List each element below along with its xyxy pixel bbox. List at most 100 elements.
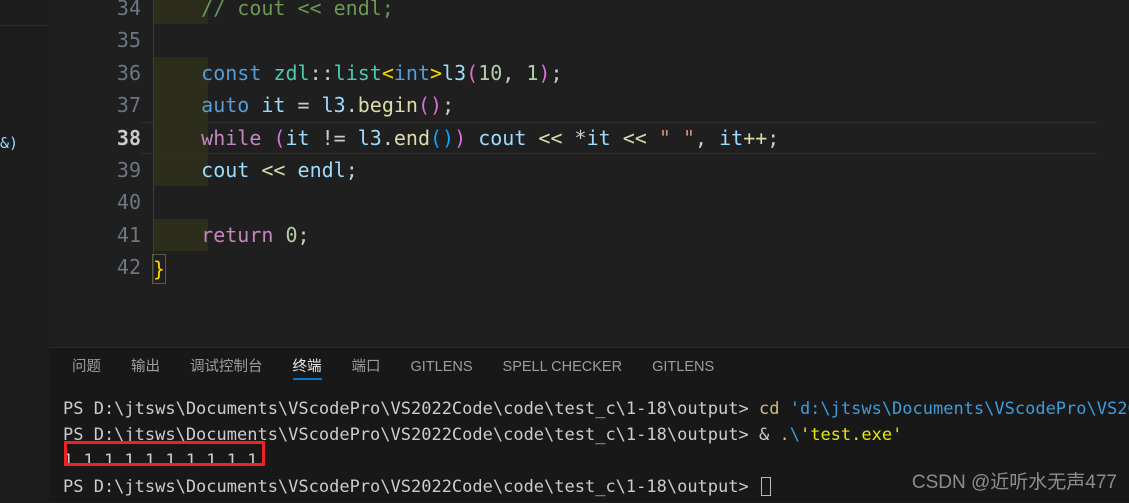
csdn-watermark: CSDN @近听水无声477 [911, 472, 1117, 493]
code-token: ) [538, 60, 551, 85]
code-token: ) [454, 125, 467, 150]
code-editor[interactable]: 34 // cout << endl;3536 const zdl::list<… [49, 0, 1129, 347]
line-number: 42 [116, 255, 141, 280]
code-token: * [562, 125, 587, 150]
panel-tab-7[interactable]: GITLENS [652, 348, 714, 386]
panel-tab-label: GITLENS [410, 359, 473, 375]
line-number: 36 [116, 60, 141, 85]
code-token: ( [466, 60, 479, 85]
code-token: const [201, 60, 262, 85]
code-line-40[interactable]: 40 [49, 186, 1129, 219]
line-number: 37 [116, 93, 141, 118]
panel-tab-1[interactable]: 输出 [131, 348, 160, 386]
panel-tab-label: 输出 [131, 359, 160, 375]
code-token: it [586, 125, 611, 150]
panel-tab-label: 调试控制台 [190, 359, 263, 375]
code-token: () [417, 93, 443, 118]
editor-scroll-content: 34 // cout << endl;3536 const zdl::list<… [49, 0, 1129, 284]
code-token: " " [658, 125, 696, 150]
terminal-segment: PS D:\jtsws\Documents\VScodePro\VS2022Co… [63, 477, 759, 497]
code-token: :: [309, 60, 334, 85]
terminal-segment: 'd:\jtsws\Documents\VScodePro\VS2022Code… [789, 399, 1129, 419]
line-number: 35 [116, 28, 141, 53]
code-token: < [381, 60, 394, 85]
code-line-41[interactable]: 41 return 0; [49, 218, 1129, 252]
panel-tab-label: 问题 [72, 359, 101, 375]
terminal-line: PS D:\jtsws\Documents\VScodePro\VS2022Co… [63, 396, 1129, 422]
line-number: 34 [116, 0, 141, 20]
editor-minimap[interactable] [1097, 0, 1129, 347]
code-token: ; [550, 60, 563, 85]
sidebar-divider [0, 25, 49, 26]
code-token: ; [767, 125, 780, 150]
code-token: ; [345, 157, 358, 182]
code-token: return [201, 222, 274, 247]
line-number: 39 [116, 157, 141, 182]
code-line-42[interactable]: 42} [49, 251, 1129, 284]
code-line-37[interactable]: 37 auto it = l3.begin(); [49, 89, 1129, 122]
code-token: ++ [743, 125, 768, 150]
code-token: . [345, 93, 358, 118]
code-token: endl [297, 157, 346, 182]
panel-tab-label: 终端 [292, 359, 322, 375]
panel-tab-label: GITLENS [652, 359, 715, 375]
code-token: != [309, 125, 358, 150]
terminal-line: PS D:\jtsws\Documents\VScodePro\VS2022Co… [63, 422, 1129, 448]
code-token: it [261, 93, 286, 118]
code-token: 10 [478, 60, 503, 85]
code-text: // cout << endl; [153, 0, 394, 24]
code-token: it [719, 125, 744, 150]
line-number: 41 [116, 222, 141, 247]
indent-guide [153, 24, 154, 57]
terminal-cursor[interactable] [760, 477, 771, 496]
code-token: 1 [526, 60, 539, 85]
panel-tab-5[interactable]: GITLENS [411, 348, 473, 386]
terminal-segment: cd [758, 399, 790, 419]
code-text: auto it = l3.begin(); [153, 89, 454, 121]
code-text: const zdl::list<int>l3(10, 1); [153, 57, 563, 89]
terminal-segment: & [758, 425, 780, 445]
code-token: cout [478, 125, 527, 150]
code-token: int [393, 60, 430, 85]
code-line-35[interactable]: 35 [49, 24, 1129, 57]
active-tab-underline [292, 378, 322, 380]
panel-tab-4[interactable]: 端口 [352, 348, 381, 386]
panel-tab-0[interactable]: 问题 [72, 348, 101, 386]
code-token: ; [297, 222, 310, 247]
code-token: << [538, 125, 563, 150]
panel-tab-3[interactable]: 终端 [292, 348, 322, 386]
code-token: l3 [357, 125, 382, 150]
code-token: () [430, 125, 455, 150]
code-token: l3 [321, 93, 346, 118]
panel-tab-label: SPELL CHECKER [502, 359, 623, 375]
code-text: cout << endl; [153, 154, 358, 186]
code-token: > [430, 60, 443, 85]
code-token: << [622, 125, 647, 150]
code-line-39[interactable]: 39 cout << endl; [49, 153, 1129, 187]
code-token: ; [442, 93, 455, 118]
code-line-38[interactable]: 38 while (it != l3.end()) cout << *it <<… [49, 121, 1129, 155]
code-token: while [201, 125, 262, 150]
code-token: ( [273, 125, 286, 150]
panel-tab-6[interactable]: SPELL CHECKER [503, 348, 623, 386]
code-token: , [502, 60, 527, 85]
code-token: auto [201, 93, 250, 118]
indent-guide [153, 186, 154, 219]
code-text: } [152, 251, 167, 284]
code-line-34[interactable]: 34 // cout << endl; [49, 0, 1129, 25]
terminal-segment: . [779, 425, 790, 445]
code-line-36[interactable]: 36 const zdl::list<int>l3(10, 1); [49, 56, 1129, 90]
panel-tab-2[interactable]: 调试控制台 [190, 348, 263, 386]
